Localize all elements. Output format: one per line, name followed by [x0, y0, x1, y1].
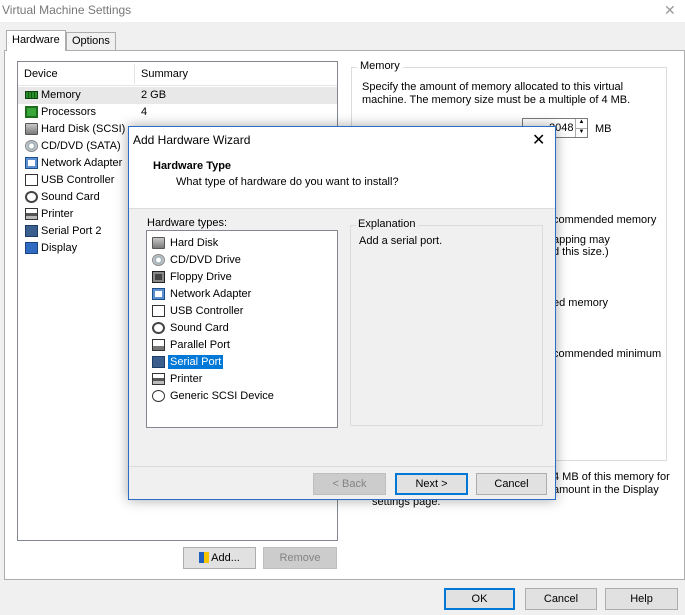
hardware-type-label: Serial Port [168, 355, 224, 369]
device-name: Serial Port 2 [41, 225, 102, 237]
hardware-type-network-adapter[interactable]: Network Adapter [147, 286, 337, 303]
hardware-type-printer[interactable]: Printer [147, 371, 337, 388]
hard-disk-icon [152, 237, 165, 249]
memory-icon [25, 91, 38, 99]
explanation-group [350, 225, 543, 426]
sound-card-icon [152, 322, 165, 334]
printer-icon [152, 373, 165, 385]
cd-dvd-icon [152, 254, 165, 266]
ok-button[interactable]: OK [444, 588, 515, 610]
next-button[interactable]: Next > [395, 473, 468, 495]
hardware-type-label: Sound Card [170, 322, 229, 334]
column-separator[interactable] [134, 64, 135, 84]
swapping-text-line2: d this size.) [553, 246, 609, 258]
hardware-type-label: Hard Disk [170, 237, 219, 249]
device-summary: 2 GB [141, 89, 167, 101]
floppy-icon [152, 271, 165, 283]
serial-port-icon [152, 356, 165, 368]
memory-description-line1: Specify the amount of memory allocated t… [362, 81, 624, 93]
title-bar: Virtual Machine Settings ✕ [0, 0, 685, 22]
hardware-type-floppy[interactable]: Floppy Drive [147, 269, 337, 286]
wizard-heading: Hardware Type [153, 160, 232, 172]
wizard-header: Hardware Type What type of hardware do y… [129, 153, 555, 209]
column-header-summary[interactable]: Summary [141, 68, 188, 80]
device-name: Sound Card [41, 191, 100, 203]
memory-note-line2: amount in the Display [553, 484, 659, 496]
network-adapter-icon [152, 288, 165, 300]
parallel-port-icon [152, 339, 165, 351]
device-name: Memory [41, 89, 81, 101]
memory-legend: Memory [357, 60, 403, 72]
sound-card-icon [25, 191, 38, 203]
hardware-type-label: Generic SCSI Device [170, 390, 274, 402]
device-name: Hard Disk (SCSI) [41, 123, 126, 135]
memory-note-line1: 4 MB of this memory for [553, 471, 670, 483]
add-device-button[interactable]: Add... [183, 547, 256, 569]
device-list-header: Device Summary [18, 62, 337, 86]
memory-description-line2: machine. The memory size must be a multi… [362, 94, 631, 106]
hardware-type-label: USB Controller [170, 305, 244, 317]
scsi-device-icon [152, 390, 165, 402]
hardware-type-cd-dvd[interactable]: CD/DVD Drive [147, 252, 337, 269]
cd-dvd-icon [25, 140, 38, 152]
tab-hardware[interactable]: Hardware [6, 30, 66, 51]
device-summary: 4 [141, 106, 148, 118]
wizard-close-button[interactable]: ✕ [532, 130, 545, 150]
wizard-separator [129, 466, 555, 467]
column-header-device[interactable]: Device [24, 68, 58, 80]
usb-controller-icon [25, 174, 38, 186]
add-button-label: Add... [211, 552, 240, 564]
tab-options[interactable]: Options [66, 32, 116, 50]
guest-memory-text: ed memory [553, 297, 609, 309]
window-close-button[interactable]: ✕ [664, 2, 676, 19]
printer-icon [25, 208, 38, 220]
remove-device-button[interactable]: Remove [263, 547, 337, 569]
add-hardware-wizard-dialog: Add Hardware Wizard ✕ Hardware Type What… [128, 126, 556, 500]
window-title: Virtual Machine Settings [2, 3, 132, 17]
shield-icon [199, 552, 210, 563]
hardware-type-hard-disk[interactable]: Hard Disk [147, 235, 337, 252]
recommended-memory-text: commended memory [553, 214, 657, 226]
back-button[interactable]: < Back [313, 473, 386, 495]
wizard-title: Add Hardware Wizard [133, 133, 251, 147]
hardware-type-usb-controller[interactable]: USB Controller [147, 303, 337, 320]
device-name: Processors [41, 106, 97, 118]
hardware-types-label: Hardware types: [147, 217, 228, 229]
spinner-down-icon[interactable]: ▼ [575, 128, 587, 137]
network-adapter-icon [25, 157, 38, 169]
explanation-text: Add a serial port. [359, 235, 443, 247]
device-name: USB Controller [41, 174, 115, 186]
hardware-type-label: CD/DVD Drive [170, 254, 241, 266]
device-row-processors[interactable]: Processors 4 [18, 104, 337, 121]
device-name: Printer [41, 208, 74, 220]
wizard-cancel-button[interactable]: Cancel [476, 473, 547, 495]
device-name: CD/DVD (SATA) [41, 140, 121, 152]
hardware-types-list[interactable]: Hard Disk CD/DVD Drive Floppy Drive Netw… [146, 230, 338, 428]
wizard-title-bar: Add Hardware Wizard ✕ [129, 127, 555, 153]
processor-icon [25, 106, 38, 118]
hardware-type-sound-card[interactable]: Sound Card [147, 320, 337, 337]
explanation-legend: Explanation [356, 218, 418, 230]
device-row-memory[interactable]: Memory 2 GB [18, 87, 337, 104]
hardware-type-generic-scsi[interactable]: Generic SCSI Device [147, 388, 337, 405]
hardware-type-serial-port[interactable]: Serial Port [147, 354, 337, 371]
recommended-minimum-text: commended minimum [553, 348, 662, 360]
memory-unit: MB [595, 123, 612, 135]
hardware-type-parallel-port[interactable]: Parallel Port [147, 337, 337, 354]
wizard-subheading: What type of hardware do you want to ins… [176, 176, 399, 188]
device-name: Network Adapter [41, 157, 123, 169]
hardware-type-label: Parallel Port [170, 339, 230, 351]
spinner-up-icon[interactable]: ▲ [575, 119, 587, 128]
hard-disk-icon [25, 123, 38, 135]
serial-port-icon [25, 225, 38, 237]
device-name: Display [41, 242, 78, 254]
hardware-type-label: Floppy Drive [170, 271, 232, 283]
usb-controller-icon [152, 305, 165, 317]
help-button[interactable]: Help [605, 588, 678, 610]
display-icon [25, 242, 38, 254]
cancel-button[interactable]: Cancel [525, 588, 597, 610]
hardware-type-label: Network Adapter [170, 288, 252, 300]
hardware-type-label: Printer [170, 373, 203, 385]
swapping-text-line1: apping may [553, 234, 610, 246]
